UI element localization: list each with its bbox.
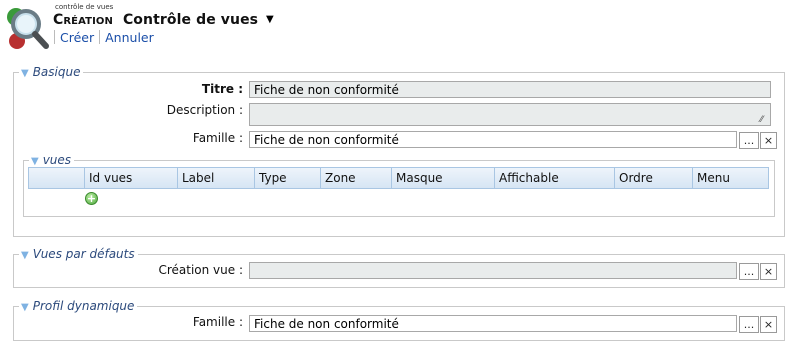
- famille-clear-button[interactable]: ×: [760, 132, 777, 149]
- creation-clear-button[interactable]: ×: [760, 263, 777, 280]
- collapse-triangle-icon[interactable]: ▼: [21, 302, 29, 313]
- grid-col-select[interactable]: [29, 168, 85, 188]
- famille-field[interactable]: Fiche de non conformité: [249, 131, 737, 148]
- profil-browse-button[interactable]: ...: [739, 316, 759, 333]
- grid-col-zone[interactable]: Zone: [321, 168, 392, 188]
- vues-grid-header: Id vues Label Type Zone Masque Affichabl…: [28, 167, 769, 189]
- description-label: Description :: [166, 103, 243, 117]
- profil-famille-field[interactable]: Fiche de non conformité: [249, 315, 737, 332]
- search-magnifier-logo-icon: [4, 4, 50, 50]
- profil-famille-label: Famille :: [192, 315, 243, 329]
- basique-legend-label: Basique: [32, 65, 81, 79]
- page-title: Création Contrôle de vues: [53, 12, 258, 28]
- resize-handle-icon[interactable]: ⁄⁄: [760, 116, 763, 125]
- titre-field[interactable]: Fiche de non conformité: [249, 81, 771, 98]
- separator: [99, 30, 101, 44]
- profil-clear-button[interactable]: ×: [760, 316, 777, 333]
- defaults-legend-label: Vues par défauts: [32, 247, 135, 261]
- collapse-triangle-icon[interactable]: ▼: [21, 250, 29, 261]
- basique-legend[interactable]: ▼ Basique: [19, 65, 84, 81]
- collapse-triangle-icon[interactable]: ▼: [21, 68, 29, 79]
- grid-col-masque[interactable]: Masque: [392, 168, 495, 188]
- title-dropdown-icon[interactable]: ▼: [266, 14, 274, 25]
- titre-label: Titre :: [201, 82, 243, 96]
- grid-col-menu[interactable]: Menu: [693, 168, 768, 188]
- add-row-icon[interactable]: +: [85, 192, 98, 205]
- vues-legend-label: vues: [42, 153, 72, 167]
- profil-legend-label: Profil dynamique: [32, 299, 135, 313]
- collapse-triangle-icon[interactable]: ▼: [31, 156, 39, 167]
- grid-col-label[interactable]: Label: [178, 168, 255, 188]
- title-main: Contrôle de vues: [122, 12, 259, 28]
- create-link[interactable]: Créer: [60, 30, 94, 45]
- profil-legend[interactable]: ▼ Profil dynamique: [19, 299, 138, 315]
- app-name: contrôle de vues: [55, 3, 114, 11]
- creation-browse-button[interactable]: ...: [739, 263, 759, 280]
- action-bar: Créer Annuler: [54, 29, 154, 45]
- separator: [54, 30, 55, 44]
- cancel-link[interactable]: Annuler: [105, 30, 154, 45]
- famille-browse-button[interactable]: ...: [739, 132, 759, 149]
- description-textarea[interactable]: [249, 103, 771, 126]
- creation-vue-field[interactable]: [249, 262, 737, 279]
- title-prefix: Création: [53, 12, 113, 28]
- creation-vue-label: Création vue :: [158, 263, 243, 277]
- grid-col-affichable[interactable]: Affichable: [495, 168, 615, 188]
- grid-col-ordre[interactable]: Ordre: [615, 168, 693, 188]
- famille-label: Famille :: [192, 131, 243, 145]
- grid-col-id-vues[interactable]: Id vues: [85, 168, 178, 188]
- defaults-legend[interactable]: ▼ Vues par défauts: [19, 247, 138, 263]
- grid-col-type[interactable]: Type: [255, 168, 321, 188]
